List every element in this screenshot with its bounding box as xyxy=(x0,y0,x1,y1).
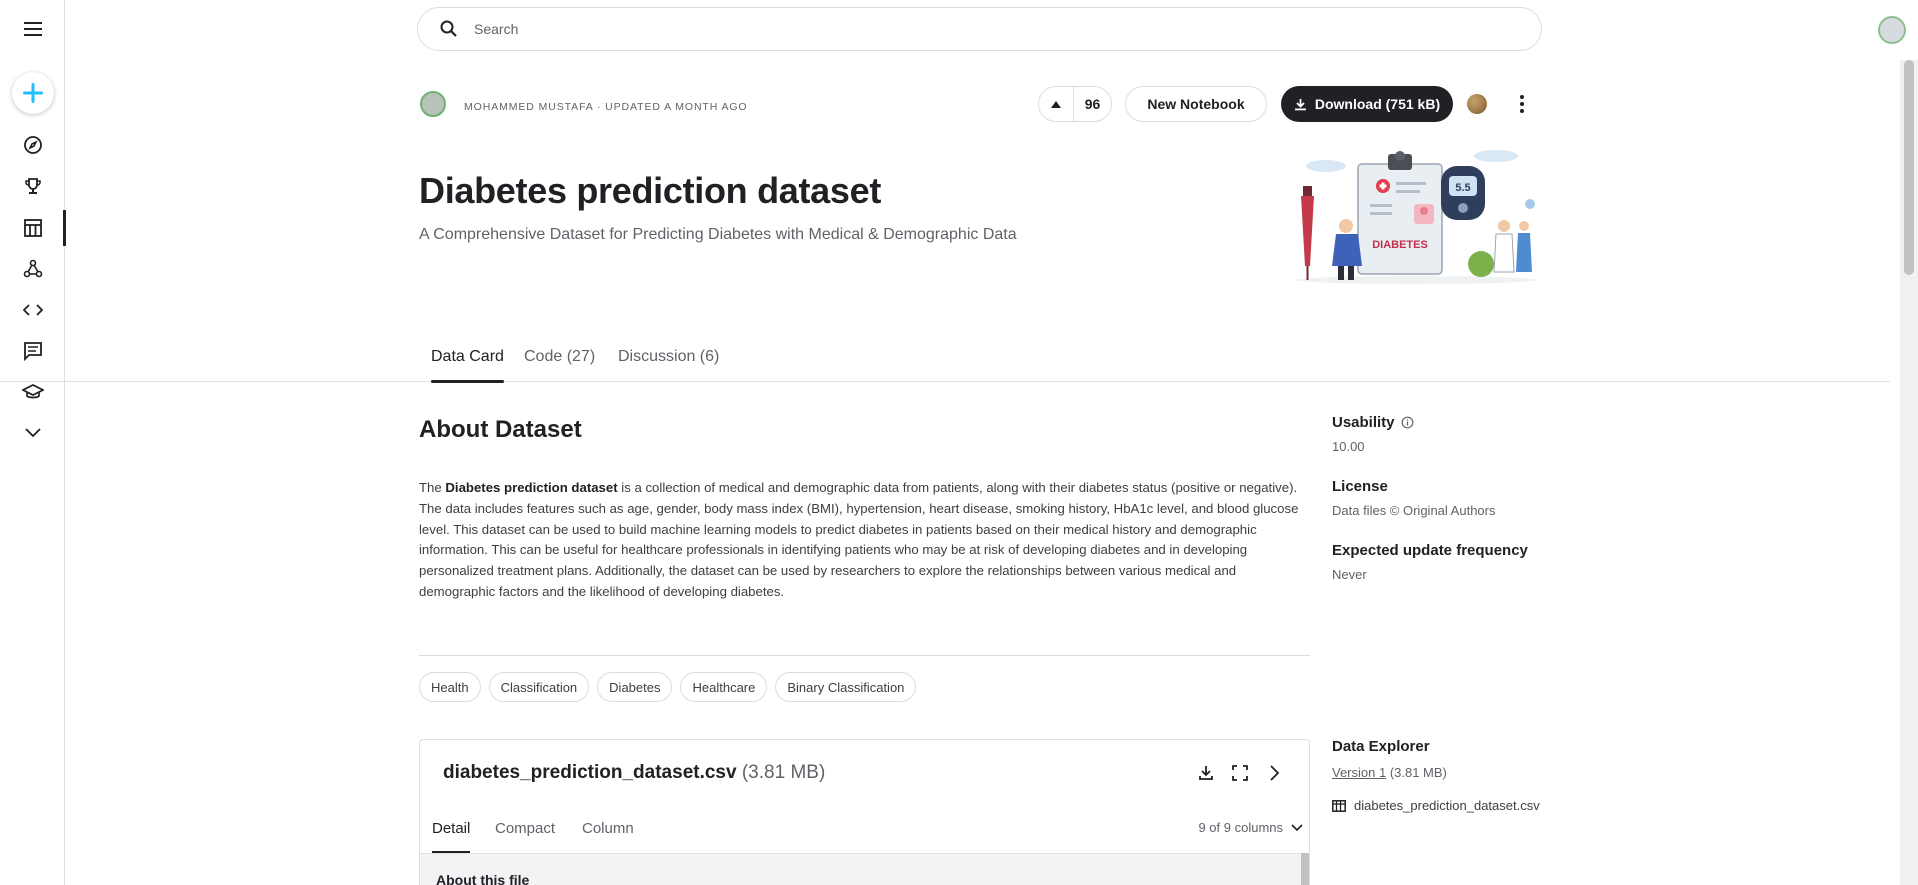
version-size: (3.81 MB) xyxy=(1386,765,1447,780)
download-file-icon[interactable] xyxy=(1195,762,1217,784)
triangle-up-icon xyxy=(1051,100,1061,108)
menu-icon[interactable] xyxy=(0,9,65,49)
file-name: diabetes_prediction_dataset.csv xyxy=(443,762,737,783)
license-section: License Data files © Original Authors xyxy=(1332,478,1495,518)
search-input[interactable]: Search xyxy=(474,21,518,37)
file-size: (3.81 MB) xyxy=(741,762,826,783)
scrollbar-thumb[interactable] xyxy=(1904,60,1914,275)
usability-label: Usability xyxy=(1332,414,1395,431)
frequency-label: Expected update frequency xyxy=(1332,542,1528,559)
tag-chip[interactable]: Binary Classification xyxy=(775,672,917,702)
author-line[interactable]: MOHAMMED MUSTAFA · UPDATED A MONTH AGO xyxy=(464,101,748,113)
table-file-icon xyxy=(1332,799,1346,812)
upvote-button[interactable] xyxy=(1039,87,1074,121)
license-value: Data files © Original Authors xyxy=(1332,503,1496,518)
compass-icon[interactable] xyxy=(0,125,65,165)
tab-code[interactable]: Code (27) xyxy=(524,348,595,382)
data-explorer: Data Explorer Version 1 (3.81 MB) diabet… xyxy=(1332,738,1540,813)
trophy-icon[interactable] xyxy=(0,166,65,206)
tab-compact[interactable]: Compact xyxy=(495,820,555,850)
explorer-file-item[interactable]: diabetes_prediction_dataset.csv xyxy=(1332,798,1542,813)
columns-label: 9 of 9 columns xyxy=(1198,820,1283,835)
file-actions xyxy=(1195,762,1285,784)
info-icon[interactable] xyxy=(1401,416,1414,429)
chevron-down-icon[interactable] xyxy=(0,413,65,453)
file-title: diabetes_prediction_dataset.csv (3.81 MB… xyxy=(443,762,825,784)
tab-discussion[interactable]: Discussion (6) xyxy=(618,348,719,382)
frequency-value: Never xyxy=(1332,567,1367,582)
page-title: Diabetes prediction dataset xyxy=(419,170,882,211)
about-description: The Diabetes prediction dataset is a col… xyxy=(419,480,1299,599)
about-file-section: About this file xyxy=(420,853,1309,885)
new-notebook-button[interactable]: New Notebook xyxy=(1125,86,1267,122)
about-heading: About Dataset xyxy=(419,416,582,443)
search-bar[interactable]: Search xyxy=(417,7,1542,51)
card-scrollbar[interactable] xyxy=(1301,853,1309,885)
license-label: License xyxy=(1332,478,1388,495)
version-link[interactable]: Version 1 xyxy=(1332,765,1386,780)
medal-icon xyxy=(1467,94,1487,114)
author-avatar[interactable] xyxy=(420,91,446,117)
version-line: Version 1 (3.81 MB) xyxy=(1332,765,1447,780)
vote-count: 96 xyxy=(1084,96,1101,112)
usability-section: Usability 10.00 xyxy=(1332,414,1414,454)
chevron-right-icon[interactable] xyxy=(1263,762,1285,784)
dataset-tabs: Data Card Code (27) Discussion (6) xyxy=(0,340,1890,383)
user-avatar[interactable] xyxy=(1878,16,1906,44)
tab-data-card[interactable]: Data Card xyxy=(431,348,504,383)
about-file-heading: About this file xyxy=(436,872,530,885)
banner-text: DIABETES xyxy=(1372,239,1428,251)
download-label: Download (751 kB) xyxy=(1314,96,1441,112)
page-subtitle: A Comprehensive Dataset for Predicting D… xyxy=(419,226,1017,243)
left-nav-rail xyxy=(0,0,66,885)
table-icon[interactable] xyxy=(0,208,66,248)
create-button[interactable] xyxy=(12,72,54,114)
tab-detail[interactable]: Detail xyxy=(432,820,471,853)
page-scrollbar[interactable] xyxy=(1900,60,1918,885)
code-icon[interactable] xyxy=(0,290,65,330)
search-icon xyxy=(440,20,457,37)
plus-icon xyxy=(23,83,43,103)
explorer-file-name: diabetes_prediction_dataset.csv xyxy=(1354,798,1540,813)
tag-chip[interactable]: Diabetes xyxy=(597,672,673,702)
divider xyxy=(419,655,1310,656)
data-explorer-heading: Data Explorer xyxy=(1332,738,1430,755)
file-preview-card: diabetes_prediction_dataset.csv (3.81 MB… xyxy=(419,739,1310,885)
dataset-name-bold: Diabetes prediction dataset xyxy=(445,480,618,495)
upvote-widget: 96 xyxy=(1038,86,1112,122)
tag-list: Health Classification Diabetes Healthcar… xyxy=(419,672,917,702)
tag-chip[interactable]: Healthcare xyxy=(680,672,768,702)
tab-column[interactable]: Column xyxy=(582,820,634,850)
tag-chip[interactable]: Health xyxy=(419,672,481,702)
tag-chip[interactable]: Classification xyxy=(488,672,590,702)
columns-selector[interactable]: 9 of 9 columns xyxy=(1198,820,1303,835)
download-button[interactable]: Download (751 kB) xyxy=(1281,86,1453,122)
frequency-section: Expected update frequency Never xyxy=(1332,542,1528,582)
fullscreen-icon[interactable] xyxy=(1229,762,1251,784)
chevron-down-icon xyxy=(1291,823,1303,831)
more-options-icon[interactable] xyxy=(1510,90,1534,118)
usability-value: 10.00 xyxy=(1332,439,1365,454)
banner-reading: 5.5 xyxy=(1455,182,1470,194)
models-icon[interactable] xyxy=(0,249,65,289)
dataset-banner-image: DIABETES 5.5 xyxy=(1296,150,1536,284)
download-icon xyxy=(1294,98,1306,110)
